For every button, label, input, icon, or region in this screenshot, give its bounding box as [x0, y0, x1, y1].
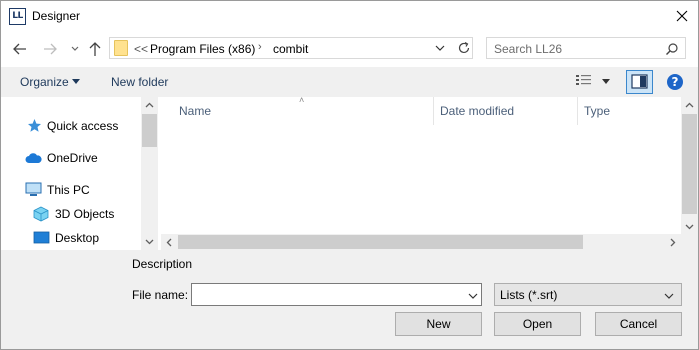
chevron-right-icon[interactable]: [670, 238, 676, 247]
column-header-type[interactable]: Type: [584, 104, 610, 118]
file-list-vertical-scrollbar[interactable]: [681, 97, 698, 235]
column-divider[interactable]: [577, 97, 578, 125]
open-button[interactable]: Open: [494, 312, 581, 336]
new-button[interactable]: New: [395, 312, 482, 336]
column-header-date-modified[interactable]: Date modified: [440, 104, 514, 118]
app-logo-icon: LL: [9, 8, 26, 25]
caret-down-icon[interactable]: [602, 79, 610, 85]
sidebar-item-label: Desktop: [55, 231, 100, 245]
close-button[interactable]: [670, 4, 694, 28]
chevron-up-icon[interactable]: [685, 102, 694, 108]
caret-down-icon: [72, 79, 80, 84]
up-button[interactable]: [85, 38, 105, 60]
chevron-left-icon[interactable]: [166, 238, 172, 247]
computer-icon: [25, 182, 42, 196]
nav-pane-scrollbar[interactable]: [141, 97, 158, 250]
star-icon: [28, 119, 41, 132]
navigation-bar: << Program Files (x86) › combit Search L…: [1, 36, 698, 62]
breadcrumb-separator-icon[interactable]: ›: [258, 41, 262, 53]
address-dropdown-button[interactable]: [434, 42, 446, 57]
chevron-down-icon: [71, 46, 79, 51]
forward-button[interactable]: [40, 38, 60, 60]
chevron-down-icon: [435, 45, 445, 51]
search-placeholder: Search LL26: [494, 42, 563, 56]
sidebar-item-label: Quick access: [47, 119, 119, 133]
cloud-icon: [25, 153, 42, 163]
arrow-right-icon: [44, 43, 57, 55]
cube-icon: [33, 206, 49, 222]
address-bar[interactable]: << Program Files (x86) › combit: [109, 37, 473, 59]
window-title: Designer: [32, 9, 81, 23]
file-list-horizontal-scrollbar[interactable]: [161, 234, 681, 250]
organize-button[interactable]: Organize: [20, 75, 69, 89]
refresh-icon: [458, 41, 470, 54]
preview-pane-button[interactable]: [626, 70, 653, 94]
chevron-down-icon[interactable]: [685, 224, 694, 230]
description-label: Description: [132, 257, 193, 271]
column-divider[interactable]: [433, 97, 434, 125]
desktop-icon: [33, 231, 50, 244]
navigation-pane: Quick access OneDrive This PC 3D Objects: [1, 97, 158, 250]
breadcrumb-overflow[interactable]: <<: [134, 42, 148, 56]
title-bar: LL Designer: [1, 1, 698, 32]
column-header-name[interactable]: Name: [179, 104, 211, 118]
help-button[interactable]: ?: [667, 74, 683, 90]
arrow-up-icon: [89, 42, 101, 56]
file-name-label: File name:: [132, 288, 189, 302]
file-type-select[interactable]: Lists (*.srt): [494, 283, 682, 306]
sidebar-item-label: 3D Objects: [55, 207, 115, 221]
sidebar-item-label: This PC: [47, 183, 90, 197]
search-icon: [666, 43, 678, 55]
sidebar-item-label: OneDrive: [47, 151, 98, 165]
recent-locations-button[interactable]: [65, 38, 85, 60]
file-dialog-window: LL Designer << Program Files (x86) › com…: [0, 0, 699, 350]
vertical-scroll-thumb[interactable]: [682, 114, 697, 214]
command-toolbar: Organize New folder ?: [1, 67, 698, 97]
folder-icon: [114, 40, 128, 56]
refresh-button[interactable]: [456, 40, 472, 56]
scrollbar-corner: [681, 234, 698, 250]
breadcrumb-combit[interactable]: combit: [273, 42, 308, 56]
chevron-up-icon[interactable]: [145, 102, 154, 108]
chevron-down-icon: [664, 293, 674, 299]
horizontal-scroll-thumb[interactable]: [178, 235, 583, 249]
file-type-value: Lists (*.srt): [500, 288, 558, 302]
chevron-down-icon[interactable]: [145, 239, 154, 245]
change-view-button[interactable]: [575, 73, 593, 90]
preview-pane-icon: [631, 74, 648, 89]
sort-ascending-icon: ˄: [299, 95, 305, 105]
details-view-icon: [576, 75, 591, 85]
close-icon: [676, 10, 688, 22]
file-name-input[interactable]: [191, 283, 482, 306]
help-icon: ?: [671, 75, 679, 89]
arrow-left-icon: [13, 43, 26, 55]
cancel-button[interactable]: Cancel: [595, 312, 682, 336]
back-button[interactable]: [10, 38, 30, 60]
chevron-down-icon[interactable]: [467, 292, 479, 300]
file-list[interactable]: ˄ Name Date modified Type: [161, 95, 698, 250]
new-folder-button[interactable]: New folder: [111, 75, 168, 89]
dialog-footer: Description File name: Lists (*.srt) New…: [1, 250, 698, 349]
search-box[interactable]: Search LL26: [486, 37, 686, 59]
nav-scroll-thumb[interactable]: [142, 114, 157, 147]
breadcrumb-program-files[interactable]: Program Files (x86): [150, 42, 255, 56]
